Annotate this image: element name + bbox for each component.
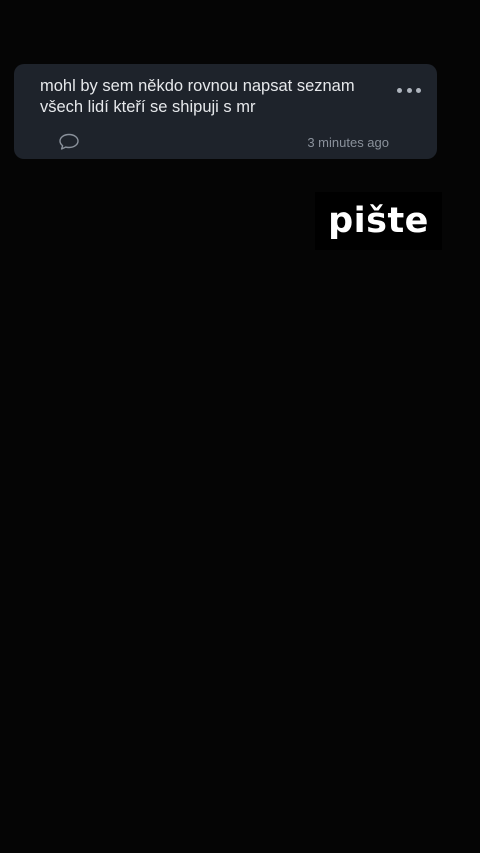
more-options-button[interactable] <box>397 82 421 98</box>
reply-button[interactable] <box>58 132 80 152</box>
more-dots-icon <box>397 87 402 93</box>
text-sticker[interactable]: pište <box>315 192 442 250</box>
more-dots-icon <box>416 87 421 93</box>
sticker-text: pište <box>328 201 429 241</box>
question-card[interactable]: mohl by sem někdo rovnou napsat seznam v… <box>14 64 437 159</box>
speech-bubble-icon <box>59 133 79 150</box>
more-dots-icon <box>406 87 412 93</box>
question-timestamp: 3 minutes ago <box>307 135 389 150</box>
question-text: mohl by sem někdo rovnou napsat seznam v… <box>40 77 355 116</box>
